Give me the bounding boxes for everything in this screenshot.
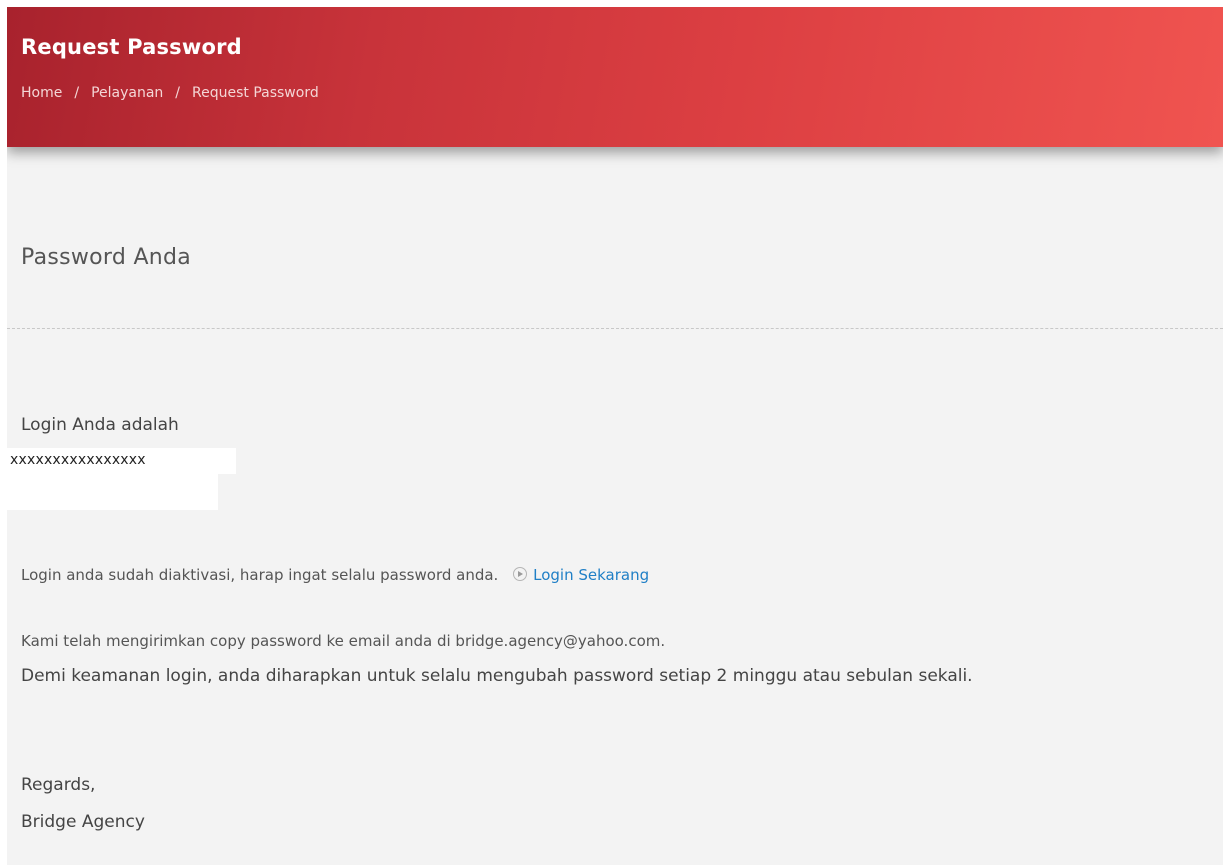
login-label: Login Anda adalah xyxy=(21,415,179,435)
login-value: xxxxxxxxxxxxxxxx xyxy=(10,452,146,468)
activation-message: Login anda sudah diaktivasi, harap ingat… xyxy=(21,566,649,584)
dashed-divider xyxy=(7,328,1223,329)
signature-text: Bridge Agency xyxy=(21,812,145,832)
breadcrumb: Home / Pelayanan / Request Password xyxy=(21,85,319,101)
login-now-link[interactable]: Login Sekarang xyxy=(513,566,649,584)
breadcrumb-current: Request Password xyxy=(192,85,319,101)
page-container: Request Password Home / Pelayanan / Request … xyxy=(7,7,1223,865)
login-value-box: xxxxxxxxxxxxxxxx xyxy=(7,448,236,510)
breadcrumb-pelayanan-link[interactable]: Pelayanan xyxy=(91,85,163,101)
regards-text: Regards, xyxy=(21,775,96,795)
breadcrumb-separator: / xyxy=(74,85,80,101)
activation-text: Login anda sudah diaktivasi, harap ingat… xyxy=(21,566,499,584)
redaction-mask xyxy=(218,448,236,474)
breadcrumb-separator: / xyxy=(175,85,180,101)
login-now-label: Login Sekarang xyxy=(533,566,650,584)
page-title: Request Password xyxy=(21,35,242,59)
play-circle-icon xyxy=(513,567,528,581)
security-notice: Demi keamanan login, anda diharapkan unt… xyxy=(21,666,973,686)
page-header-banner: Request Password Home / Pelayanan / Request … xyxy=(7,7,1223,147)
breadcrumb-home-link[interactable]: Home xyxy=(21,85,62,101)
section-title: Password Anda xyxy=(21,245,192,270)
copy-sent-message: Kami telah mengirimkan copy password ke … xyxy=(21,632,666,650)
